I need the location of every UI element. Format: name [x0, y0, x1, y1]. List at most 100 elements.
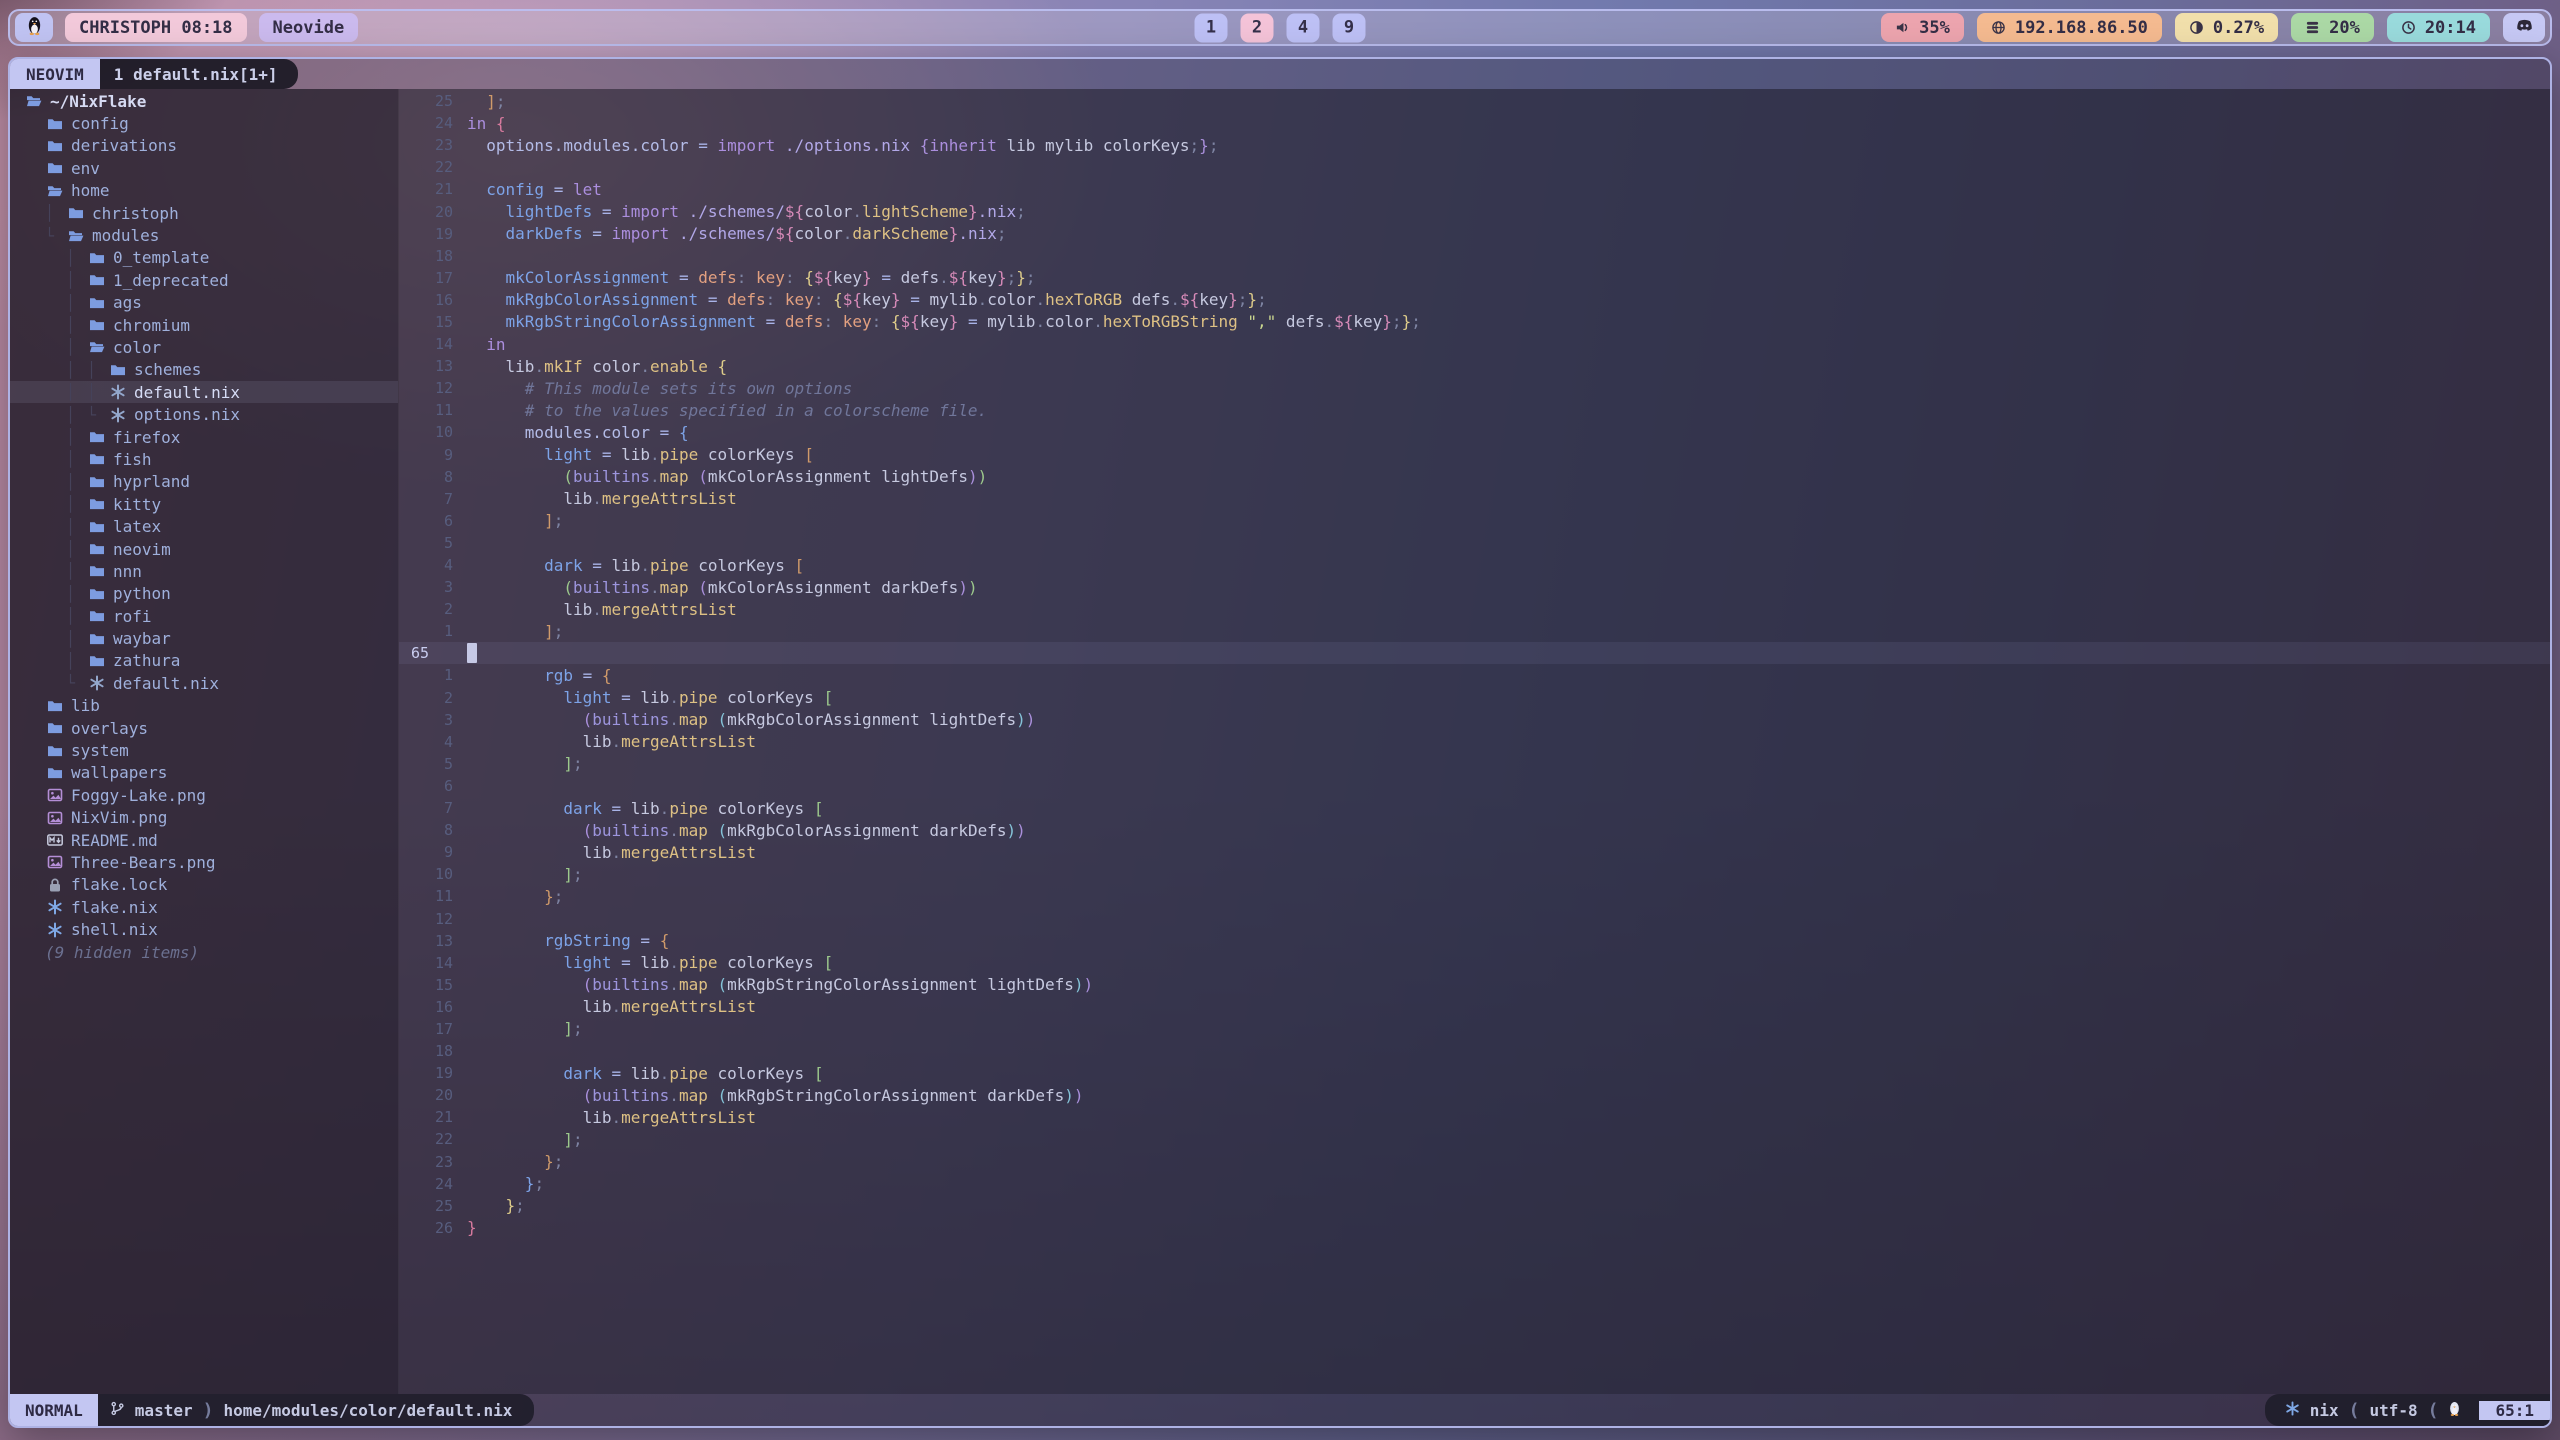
code-line[interactable]: 21 config = let: [399, 178, 2550, 200]
code-token: :: [737, 268, 747, 287]
code-line[interactable]: 20 lightDefs = import ./schemes/${color.…: [399, 200, 2550, 222]
code-line[interactable]: 18: [399, 1040, 2550, 1062]
code-line[interactable]: 24 };: [399, 1173, 2550, 1195]
code-line[interactable]: 25 };: [399, 1195, 2550, 1217]
tree-item-neovim[interactable]: │neovim: [10, 538, 398, 560]
code-line[interactable]: 15 (builtins.map (mkRgbStringColorAssign…: [399, 974, 2550, 996]
workspace-button-2[interactable]: 2: [1241, 13, 1274, 42]
tree-item-readme-md[interactable]: README.md: [10, 829, 398, 851]
launcher-button[interactable]: [15, 13, 53, 42]
code-line[interactable]: 23 };: [399, 1151, 2550, 1173]
code-line[interactable]: 13 lib.mkIf color.enable {: [399, 355, 2550, 377]
code-line[interactable]: 9 light = lib.pipe colorKeys [: [399, 444, 2550, 466]
tree-item-lib[interactable]: lib: [10, 695, 398, 717]
code-line[interactable]: 23 options.modules.color = import ./opti…: [399, 134, 2550, 156]
tree-item--nixflake[interactable]: ~/NixFlake: [10, 90, 398, 112]
tree-item-fish[interactable]: │fish: [10, 448, 398, 470]
code-line[interactable]: 15 mkRgbStringColorAssignment = defs: ke…: [399, 311, 2550, 333]
tree-item-firefox[interactable]: │firefox: [10, 426, 398, 448]
tree-item-modules[interactable]: └modules: [10, 224, 398, 246]
code-line[interactable]: 11 # to the values specified in a colors…: [399, 399, 2550, 421]
tree-item-0-template[interactable]: │0_template: [10, 247, 398, 269]
tree-item-color[interactable]: │color: [10, 336, 398, 358]
tree-item-christoph[interactable]: │christoph: [10, 202, 398, 224]
workspace-button-1[interactable]: 1: [1195, 13, 1228, 42]
code-line[interactable]: 12 # This module sets its own options: [399, 377, 2550, 399]
code-line[interactable]: 19 dark = lib.pipe colorKeys [: [399, 1062, 2550, 1084]
code-line[interactable]: 7 dark = lib.pipe colorKeys [: [399, 797, 2550, 819]
workspace-button-4[interactable]: 4: [1287, 13, 1320, 42]
code-line[interactable]: 1 ];: [399, 620, 2550, 642]
code-line[interactable]: 2 light = lib.pipe colorKeys [: [399, 687, 2550, 709]
code-line[interactable]: 16 mkRgbColorAssignment = defs: key: {${…: [399, 289, 2550, 311]
code-line[interactable]: 17 ];: [399, 1018, 2550, 1040]
code-editor[interactable]: 25 ];24in {23 options.modules.color = im…: [399, 89, 2550, 1394]
code-line[interactable]: 11 };: [399, 885, 2550, 907]
code-line[interactable]: 22 ];: [399, 1128, 2550, 1150]
code-line[interactable]: 20 (builtins.map (mkRgbStringColorAssign…: [399, 1084, 2550, 1106]
code-token: ${: [843, 290, 862, 309]
tree-item-home[interactable]: home: [10, 180, 398, 202]
tree-item-default-nix[interactable]: ││default.nix: [10, 381, 398, 403]
tree-item-three-bears-png[interactable]: Three-Bears.png: [10, 851, 398, 873]
tree-item-waybar[interactable]: │waybar: [10, 627, 398, 649]
code-line[interactable]: 10 ];: [399, 863, 2550, 885]
code-line[interactable]: 6: [399, 775, 2550, 797]
tree-item-wallpapers[interactable]: wallpapers: [10, 762, 398, 784]
tree-item-kitty[interactable]: │kitty: [10, 493, 398, 515]
tree-item-system[interactable]: system: [10, 739, 398, 761]
code-line[interactable]: 12: [399, 907, 2550, 929]
code-line[interactable]: 21 lib.mergeAttrsList: [399, 1106, 2550, 1128]
code-line[interactable]: 26}: [399, 1217, 2550, 1239]
code-line[interactable]: 10 modules.color = {: [399, 421, 2550, 443]
tree-item-zathura[interactable]: │zathura: [10, 650, 398, 672]
code-line[interactable]: 14 in: [399, 333, 2550, 355]
code-line[interactable]: 8 (builtins.map (mkRgbColorAssignment da…: [399, 819, 2550, 841]
code-line[interactable]: 8 (builtins.map (mkColorAssignment light…: [399, 466, 2550, 488]
tree-item-foggy-lake-png[interactable]: Foggy-Lake.png: [10, 784, 398, 806]
code-line[interactable]: 19 darkDefs = import ./schemes/${color.d…: [399, 223, 2550, 245]
tree-item-overlays[interactable]: overlays: [10, 717, 398, 739]
tab-default-nix[interactable]: 1 default.nix[1+]: [100, 59, 298, 89]
tree-item-env[interactable]: env: [10, 157, 398, 179]
code-line[interactable]: 17 mkColorAssignment = defs: key: {${key…: [399, 267, 2550, 289]
tree-item-config[interactable]: config: [10, 112, 398, 134]
code-line[interactable]: 6 ];: [399, 510, 2550, 532]
code-line[interactable]: 3 (builtins.map (mkColorAssignment darkD…: [399, 576, 2550, 598]
code-line[interactable]: 3 (builtins.map (mkRgbColorAssignment li…: [399, 709, 2550, 731]
code-line[interactable]: 5 ];: [399, 753, 2550, 775]
tree-item-nixvim-png[interactable]: NixVim.png: [10, 807, 398, 829]
tree-item-chromium[interactable]: │chromium: [10, 314, 398, 336]
code-line[interactable]: 1 rgb = {: [399, 664, 2550, 686]
code-line[interactable]: 4 dark = lib.pipe colorKeys [: [399, 554, 2550, 576]
tree-item-flake-nix[interactable]: flake.nix: [10, 896, 398, 918]
tree-item-schemes[interactable]: ││schemes: [10, 359, 398, 381]
tree-item-ags[interactable]: │ags: [10, 292, 398, 314]
workspace-button-9[interactable]: 9: [1333, 13, 1366, 42]
code-line[interactable]: 13 rgbString = {: [399, 930, 2550, 952]
tree-item-flake-lock[interactable]: flake.lock: [10, 874, 398, 896]
tree-item-options-nix[interactable]: │└options.nix: [10, 403, 398, 425]
tray-discord-button[interactable]: [2503, 13, 2545, 42]
code-line[interactable]: 14 light = lib.pipe colorKeys [: [399, 952, 2550, 974]
code-line[interactable]: 22: [399, 156, 2550, 178]
tree-item-default-nix[interactable]: └default.nix: [10, 672, 398, 694]
code-line-current[interactable]: 65: [399, 642, 2550, 664]
code-line[interactable]: 2 lib.mergeAttrsList: [399, 598, 2550, 620]
code-line[interactable]: 16 lib.mergeAttrsList: [399, 996, 2550, 1018]
tree-item-nnn[interactable]: │nnn: [10, 560, 398, 582]
tree-item-1-deprecated[interactable]: │1_deprecated: [10, 269, 398, 291]
tree-item-derivations[interactable]: derivations: [10, 135, 398, 157]
code-line[interactable]: 4 lib.mergeAttrsList: [399, 731, 2550, 753]
code-line[interactable]: 5: [399, 532, 2550, 554]
code-line[interactable]: 24in {: [399, 112, 2550, 134]
tree-item-python[interactable]: │python: [10, 583, 398, 605]
code-line[interactable]: 18: [399, 245, 2550, 267]
tree-item-shell-nix[interactable]: shell.nix: [10, 918, 398, 940]
tree-item-rofi[interactable]: │rofi: [10, 605, 398, 627]
tree-item-hyprland[interactable]: │hyprland: [10, 471, 398, 493]
code-line[interactable]: 7 lib.mergeAttrsList: [399, 488, 2550, 510]
code-line[interactable]: 25 ];: [399, 90, 2550, 112]
tree-item-latex[interactable]: │latex: [10, 515, 398, 537]
code-line[interactable]: 9 lib.mergeAttrsList: [399, 841, 2550, 863]
